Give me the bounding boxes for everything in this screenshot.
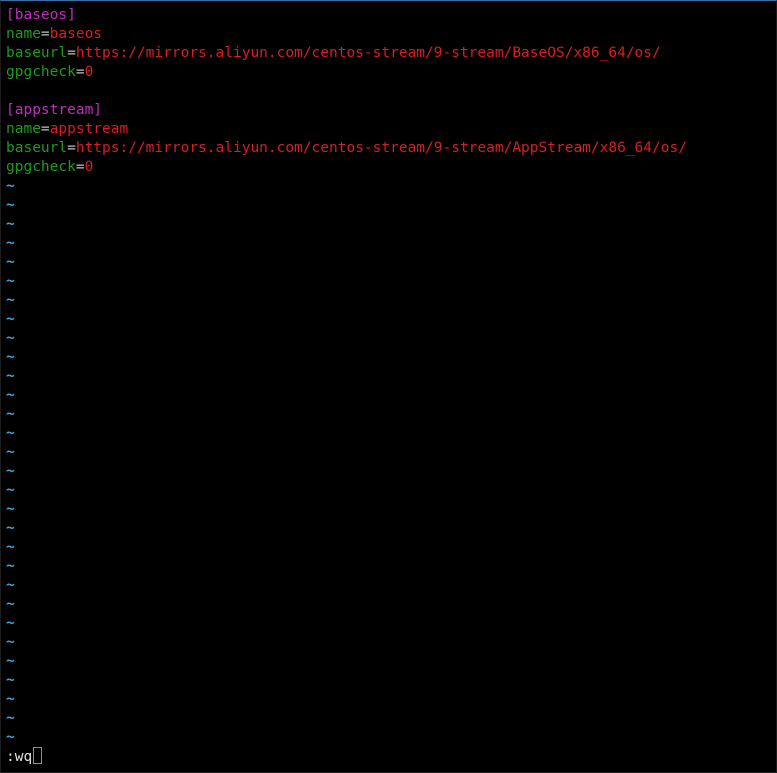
empty-line-tilde: ~ — [6, 615, 15, 631]
empty-line-tilde: ~ — [6, 254, 15, 270]
config-line-name: name=appstream — [6, 120, 776, 139]
equals-sign: = — [40, 26, 50, 42]
empty-line-tilde: ~ — [6, 577, 15, 593]
config-key: gpgcheck — [6, 159, 76, 175]
vim-command-line[interactable]: :wq — [6, 747, 43, 766]
config-key: name — [6, 121, 41, 137]
config-value: baseos — [49, 26, 103, 42]
equals-sign: = — [75, 64, 85, 80]
empty-line-tilde: ~ — [6, 273, 15, 289]
empty-line-tilde: ~ — [6, 368, 15, 384]
empty-line-tilde: ~ — [6, 197, 15, 213]
empty-line-tilde: ~ — [6, 634, 15, 650]
config-line-gpgcheck: gpgcheck=0 — [6, 63, 776, 82]
empty-line-tilde: ~ — [6, 520, 15, 536]
config-key: gpgcheck — [6, 64, 76, 80]
text-cursor — [33, 747, 43, 764]
command-text: :wq — [6, 749, 33, 765]
empty-buffer-lines: ~ ~ ~ ~ ~ ~ ~ ~ ~ ~ ~ ~ ~ ~ ~ ~ ~ ~ ~ ~ ~ ~ ~ ~ ~ ~ ~ ~ ~ ~ — [6, 177, 776, 747]
empty-line-tilde: ~ — [6, 691, 15, 707]
equals-sign: = — [75, 159, 85, 175]
empty-line-tilde: ~ — [6, 539, 15, 555]
equals-sign: = — [40, 121, 50, 137]
config-line-baseurl: baseurl=https://mirrors.aliyun.com/cento… — [6, 139, 776, 158]
empty-line-tilde: ~ — [6, 729, 15, 745]
config-value: https://mirrors.aliyun.com/centos-stream… — [75, 45, 661, 61]
equals-sign: = — [67, 45, 76, 61]
vim-buffer[interactable]: [baseos] name=baseos baseurl=https://mir… — [6, 6, 776, 747]
section-header: [appstream] — [6, 102, 103, 118]
config-key: baseurl — [6, 140, 68, 156]
empty-line-tilde: ~ — [6, 330, 15, 346]
empty-line-tilde: ~ — [6, 387, 15, 403]
empty-line-tilde: ~ — [6, 558, 15, 574]
empty-line-tilde: ~ — [6, 710, 15, 726]
empty-line-tilde: ~ — [6, 463, 15, 479]
empty-line-tilde: ~ — [6, 292, 15, 308]
terminal-window[interactable]: [baseos] name=baseos baseurl=https://mir… — [0, 0, 777, 773]
empty-line-tilde: ~ — [6, 444, 15, 460]
equals-sign: = — [67, 140, 76, 156]
config-line-gpgcheck: gpgcheck=0 — [6, 158, 776, 177]
empty-line-tilde: ~ — [6, 235, 15, 251]
empty-line-tilde: ~ — [6, 216, 15, 232]
config-value: 0 — [84, 64, 94, 80]
config-line-name: name=baseos — [6, 25, 776, 44]
config-key: baseurl — [6, 45, 68, 61]
empty-line-tilde: ~ — [6, 482, 15, 498]
config-line-section-baseos: [baseos] — [6, 6, 776, 25]
config-value: https://mirrors.aliyun.com/centos-stream… — [75, 140, 687, 156]
section-header: [baseos] — [6, 7, 76, 23]
empty-line-tilde: ~ — [6, 672, 15, 688]
config-line-baseurl: baseurl=https://mirrors.aliyun.com/cento… — [6, 44, 776, 63]
config-value: 0 — [84, 159, 94, 175]
empty-line-tilde: ~ — [6, 406, 15, 422]
empty-line-tilde: ~ — [6, 178, 15, 194]
config-key: name — [6, 26, 41, 42]
empty-line-tilde: ~ — [6, 501, 15, 517]
config-value: appstream — [49, 121, 129, 137]
empty-line-tilde: ~ — [6, 311, 15, 327]
empty-line-tilde: ~ — [6, 349, 15, 365]
config-line-section-appstream: [appstream] — [6, 101, 776, 120]
empty-line-tilde: ~ — [6, 596, 15, 612]
empty-line-tilde: ~ — [6, 425, 15, 441]
empty-line-tilde: ~ — [6, 653, 15, 669]
